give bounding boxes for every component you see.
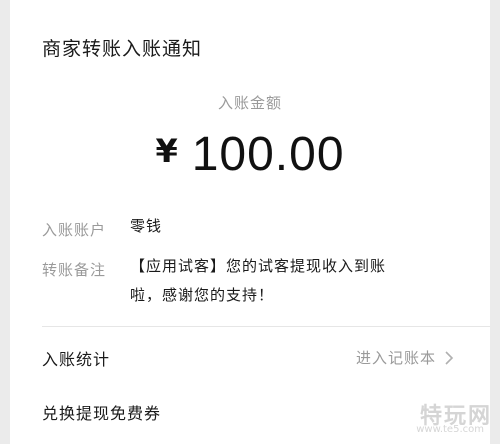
note-line-1: 【应用试客】您的试客提现收入到账 — [130, 257, 387, 275]
divider — [42, 326, 490, 327]
amount-value: 100.00 — [191, 128, 345, 181]
note-line-2: 啦，感谢您的支持！ — [130, 286, 275, 304]
amount-label: 入账金额 — [217, 94, 282, 112]
stats-row[interactable]: 入账统计 进入记账本 — [10, 338, 490, 378]
chevron-right-icon — [445, 350, 454, 365]
notification-card: 商家转账入账通知 入账金额 ¥100.00 入账账户 零钱 转账备注 【应用试客… — [10, 0, 490, 444]
note-value: 【应用试客】您的试客提现收入到账 啦，感谢您的支持！ — [130, 252, 430, 310]
amount-display: ¥100.00 — [10, 126, 490, 182]
ledger-link-text: 进入记账本 — [355, 349, 436, 367]
ledger-link[interactable]: 进入记账本 — [356, 347, 456, 368]
account-label: 入账账户 — [42, 221, 107, 239]
page-title: 商家转账入账通知 — [42, 38, 203, 60]
account-value: 零钱 — [130, 217, 163, 235]
note-label: 转账备注 — [42, 261, 107, 279]
currency-symbol: ¥ — [155, 132, 178, 170]
stats-label: 入账统计 — [42, 350, 111, 369]
watermark-url: www.te5.com — [416, 424, 484, 435]
watermark-logo: 特玩网 www.te5.com — [398, 398, 492, 438]
coupon-label: 兑换提现免费券 — [42, 404, 162, 423]
